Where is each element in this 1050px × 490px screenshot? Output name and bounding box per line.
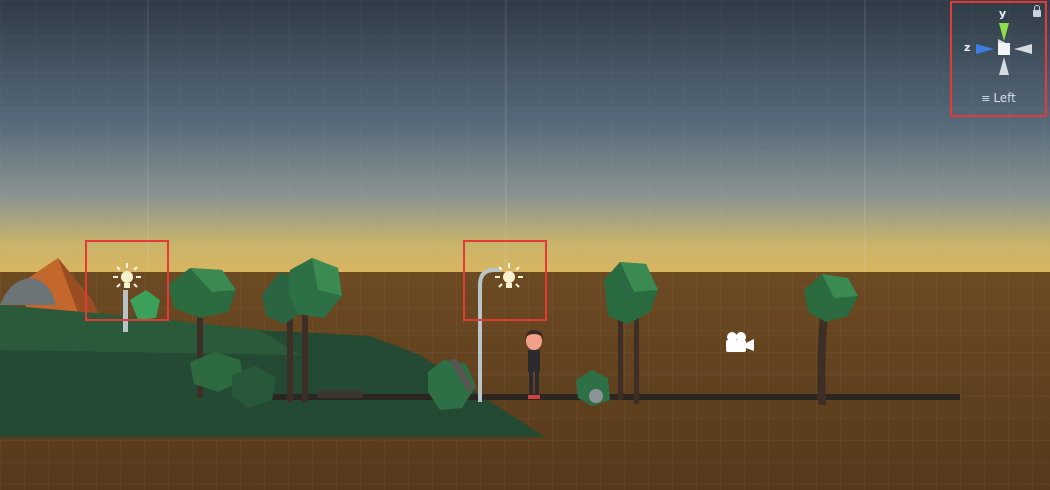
scene-canvas[interactable] [0,0,1050,490]
z-axis-cone[interactable] [976,44,994,54]
neg-z-axis-cone[interactable] [1014,44,1032,54]
view-mode-label: Left [993,91,1016,105]
hamburger-menu-icon: ≡ [981,92,991,105]
view-mode-toggle[interactable]: ≡ Left [950,91,1047,105]
sky-grid [0,0,1050,272]
orientation-gizmo[interactable]: y z ≡ Left [950,1,1047,117]
camera-icon[interactable] [724,331,756,355]
walkway [272,394,960,400]
z-axis-label: z [964,41,971,54]
y-axis-cone[interactable] [999,23,1009,41]
lamp-post[interactable] [123,290,128,332]
y-axis-label: y [999,7,1007,20]
small-rock [589,389,603,403]
gizmo-center-cube[interactable] [998,43,1010,55]
bench[interactable] [318,390,362,398]
neg-y-axis-cone[interactable] [999,57,1009,75]
scene-viewport[interactable]: y z ≡ Left [0,0,1050,490]
lock-icon[interactable] [1033,5,1041,17]
